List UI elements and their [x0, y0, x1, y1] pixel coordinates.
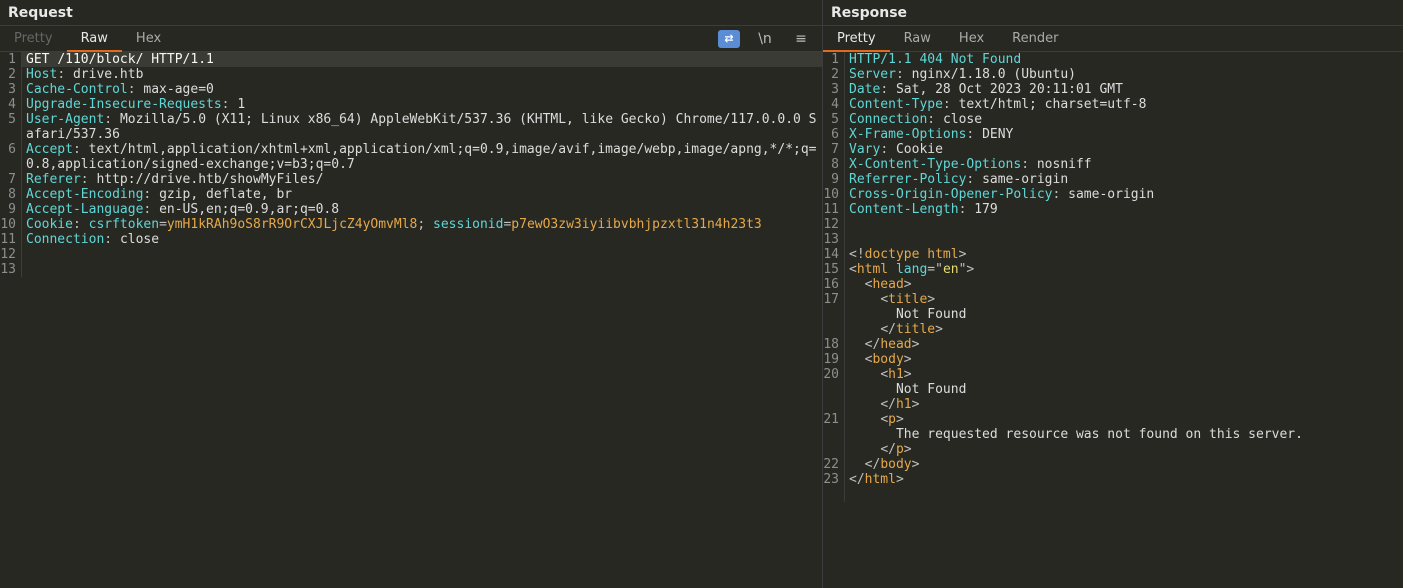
request-toolbar: ⇄ \n ≡ — [718, 30, 822, 48]
tab-raw[interactable]: Raw — [890, 26, 945, 52]
newline-icon[interactable]: \n — [754, 30, 776, 48]
response-title: Response — [823, 0, 1403, 26]
tab-raw[interactable]: Raw — [67, 26, 122, 52]
request-tab-row: Pretty Raw Hex ⇄ \n ≡ — [0, 26, 822, 52]
response-panel: Response Pretty Raw Hex Render 1HTTP/1.1… — [823, 0, 1403, 588]
tab-pretty[interactable]: Pretty — [823, 26, 890, 52]
tab-hex[interactable]: Hex — [122, 26, 175, 52]
response-editor[interactable]: 1HTTP/1.1 404 Not Found 2Server: nginx/1… — [823, 52, 1403, 588]
menu-icon[interactable]: ≡ — [790, 30, 812, 48]
request-title: Request — [0, 0, 822, 26]
tab-hex[interactable]: Hex — [945, 26, 998, 52]
request-editor[interactable]: 1GET /110/block/ HTTP/1.1 2Host: drive.h… — [0, 52, 822, 588]
tab-render[interactable]: Render — [998, 26, 1072, 52]
request-panel: Request Pretty Raw Hex ⇄ \n ≡ 1GET /110/… — [0, 0, 823, 588]
response-tab-row: Pretty Raw Hex Render — [823, 26, 1403, 52]
wrap-toggle-icon[interactable]: ⇄ — [718, 30, 740, 48]
tab-pretty[interactable]: Pretty — [0, 26, 67, 52]
